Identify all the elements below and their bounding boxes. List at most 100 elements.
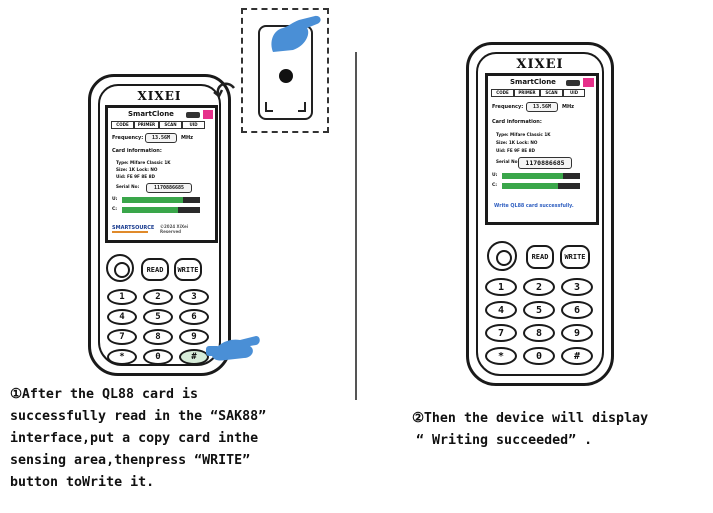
right-tab-code[interactable]: CODE bbox=[491, 89, 514, 97]
right-tab-bar: CODE PRIMER SCAN UID bbox=[491, 89, 585, 97]
left-tab-scan[interactable]: SCAN bbox=[159, 121, 182, 129]
left-progress-bar-1 bbox=[122, 197, 200, 203]
right-id-label: Serial No: bbox=[496, 159, 520, 164]
left-caption-line-3: interface,put a copy card inthe bbox=[10, 431, 259, 446]
right-caption-line-1: ②Then the device will display bbox=[412, 411, 649, 426]
left-screen-title: SmartClone bbox=[128, 110, 174, 118]
left-logo-underline bbox=[112, 231, 148, 233]
right-freq-unit: MHz bbox=[562, 104, 575, 110]
right-key-4[interactable]: 4 bbox=[485, 301, 517, 319]
right-freq-value[interactable]: 13.56M bbox=[526, 102, 558, 112]
right-caption-line-2: “ Writing succeeded” . bbox=[416, 433, 593, 448]
right-power-icon bbox=[496, 250, 512, 266]
left-progress-fill-1 bbox=[122, 197, 183, 203]
left-freq-label: Frequency: bbox=[112, 135, 144, 141]
right-pink-indicator bbox=[583, 78, 594, 87]
left-bar-label-2: C: bbox=[112, 207, 118, 212]
right-key-hash[interactable]: # bbox=[561, 347, 593, 365]
right-key-7[interactable]: 7 bbox=[485, 324, 517, 342]
right-id-value: 1170886685 bbox=[518, 157, 572, 169]
left-progress-bar-2 bbox=[122, 207, 200, 213]
right-progress-bar-2 bbox=[502, 183, 580, 189]
left-brand-logo: XIXEI bbox=[137, 89, 182, 103]
right-key-0[interactable]: 0 bbox=[523, 347, 555, 365]
right-tab-primer[interactable]: PRIMER bbox=[514, 89, 540, 97]
right-battery-icon bbox=[566, 80, 580, 86]
left-freq-value[interactable]: 13.56M bbox=[145, 133, 177, 143]
right-status-text: Write QL88 card successfully. bbox=[494, 204, 574, 209]
right-progress-bar-1 bbox=[502, 173, 580, 179]
left-bar-label-1: U: bbox=[112, 197, 118, 202]
card-hole bbox=[279, 69, 293, 83]
right-bar-label-1: U: bbox=[492, 173, 498, 178]
left-tab-bar: CODE PRIMER SCAN UID bbox=[111, 121, 205, 129]
left-caption-line-2: successfully read in the “SAK88” bbox=[10, 409, 267, 424]
left-tab-code[interactable]: CODE bbox=[111, 121, 134, 129]
right-power-button[interactable] bbox=[487, 241, 517, 271]
right-info-line-3: Uid: FE 9F 8E 8D bbox=[496, 148, 535, 153]
right-tab-scan[interactable]: SCAN bbox=[540, 89, 563, 97]
left-read-button[interactable]: READ bbox=[141, 258, 169, 281]
left-card-info-label: Card information: bbox=[112, 148, 162, 154]
right-info-line-1: Type: Mifare Classic 1K bbox=[496, 132, 551, 137]
right-card-info-label: Card information: bbox=[492, 119, 542, 125]
left-caption-line-4: sensing area,thenpress “WRITE” bbox=[10, 453, 251, 468]
left-copyright: ©2024 XiXei Reserved bbox=[160, 224, 189, 234]
right-key-2[interactable]: 2 bbox=[523, 278, 555, 296]
left-key-1[interactable]: 1 bbox=[107, 289, 137, 305]
left-info-line-3: Uid: FE 9F 8E 8D bbox=[116, 174, 155, 179]
rotate-arrow-icon bbox=[213, 82, 235, 98]
right-progress-fill-2 bbox=[502, 183, 559, 189]
left-key-2[interactable]: 2 bbox=[143, 289, 173, 305]
left-keypad: 1 2 3 4 5 6 7 8 9 * 0 # bbox=[107, 289, 212, 369]
card-notch-right bbox=[298, 102, 306, 112]
left-id-label: Serial No: bbox=[116, 184, 140, 189]
left-tab-primer[interactable]: PRIMER bbox=[134, 121, 159, 129]
left-key-3[interactable]: 3 bbox=[179, 289, 209, 305]
card-hand-icon bbox=[271, 15, 321, 53]
left-key-star[interactable]: * bbox=[107, 349, 137, 365]
copy-card-panel bbox=[241, 8, 329, 133]
right-read-button[interactable]: READ bbox=[526, 245, 554, 269]
left-caption-line-5: button toWrite it. bbox=[10, 475, 155, 490]
right-write-button[interactable]: WRITE bbox=[560, 245, 590, 269]
card-notch-left bbox=[265, 102, 273, 112]
right-screen-title: SmartClone bbox=[510, 78, 556, 86]
right-progress-fill-1 bbox=[502, 173, 563, 179]
right-key-9[interactable]: 9 bbox=[561, 324, 593, 342]
left-key-hash[interactable]: # bbox=[179, 349, 209, 365]
right-screen: SmartClone CODE PRIMER SCAN UID Frequenc… bbox=[485, 73, 599, 225]
left-caption-line-1: ①After the QL88 card is bbox=[10, 387, 199, 402]
left-info-line-1: Type: Mifare Classic 1K bbox=[116, 160, 171, 165]
right-info-line-2: Size: 1K Lock: NO bbox=[496, 140, 538, 145]
right-key-1[interactable]: 1 bbox=[485, 278, 517, 296]
left-battery-icon bbox=[186, 112, 200, 118]
right-key-star[interactable]: * bbox=[485, 347, 517, 365]
right-device: XIXEI SmartClone CODE PRIMER SCAN UID Fr… bbox=[466, 42, 614, 386]
left-key-6[interactable]: 6 bbox=[179, 309, 209, 325]
left-info-line-2: Size: 1K Lock: NO bbox=[116, 167, 158, 172]
left-key-8[interactable]: 8 bbox=[143, 329, 173, 345]
left-key-9[interactable]: 9 bbox=[179, 329, 209, 345]
right-bar-label-2: C: bbox=[492, 183, 498, 188]
left-pink-indicator bbox=[203, 110, 213, 119]
left-key-5[interactable]: 5 bbox=[143, 309, 173, 325]
right-tab-uid[interactable]: UID bbox=[563, 89, 585, 97]
left-progress-fill-2 bbox=[122, 207, 179, 213]
left-screen: SmartClone CODE PRIMER SCAN UID Frequenc… bbox=[105, 105, 218, 243]
left-freq-unit: MHz bbox=[181, 135, 194, 141]
right-key-6[interactable]: 6 bbox=[561, 301, 593, 319]
left-power-button[interactable] bbox=[106, 254, 134, 282]
left-key-7[interactable]: 7 bbox=[107, 329, 137, 345]
left-tab-uid[interactable]: UID bbox=[182, 121, 205, 129]
right-brand-logo: XIXEI bbox=[516, 57, 564, 72]
right-freq-label: Frequency: bbox=[492, 104, 524, 110]
left-id-value: 1170886685 bbox=[146, 183, 192, 193]
right-key-5[interactable]: 5 bbox=[523, 301, 555, 319]
right-key-8[interactable]: 8 bbox=[523, 324, 555, 342]
right-key-3[interactable]: 3 bbox=[561, 278, 593, 296]
left-key-0[interactable]: 0 bbox=[143, 349, 173, 365]
left-write-button[interactable]: WRITE bbox=[174, 258, 202, 281]
left-power-icon bbox=[114, 262, 130, 278]
left-key-4[interactable]: 4 bbox=[107, 309, 137, 325]
